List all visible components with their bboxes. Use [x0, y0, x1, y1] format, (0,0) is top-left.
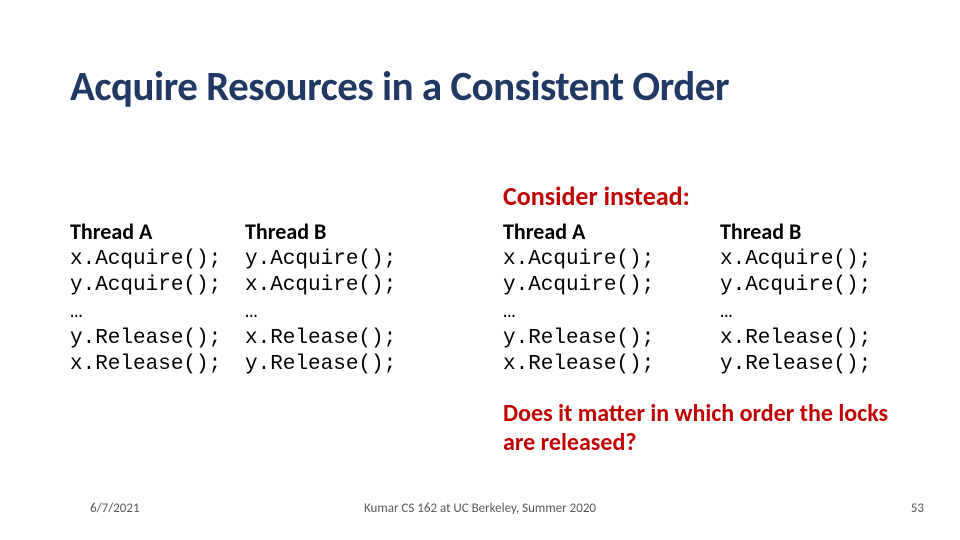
code-block: y.Acquire(); x.Acquire(); … x.Release();… [245, 247, 396, 378]
question-text: Does it matter in which order the locks … [503, 400, 923, 458]
footer-page-number: 53 [911, 501, 924, 516]
thread-label: Thread B [720, 218, 871, 245]
col-right-thread-b: Thread B x.Acquire(); y.Acquire(); … x.R… [720, 218, 871, 378]
col-left-thread-a: Thread A x.Acquire(); y.Acquire(); … y.R… [70, 218, 221, 378]
thread-label: Thread A [70, 218, 221, 245]
page-title: Acquire Resources in a Consistent Order [70, 62, 729, 112]
footer-center: Kumar CS 162 at UC Berkeley, Summer 2020 [0, 501, 960, 516]
subheading: Consider instead: [503, 180, 690, 212]
slide: Acquire Resources in a Consistent Order … [0, 0, 960, 540]
code-block: x.Acquire(); y.Acquire(); … y.Release();… [70, 247, 221, 378]
thread-label: Thread B [245, 218, 396, 245]
code-block: x.Acquire(); y.Acquire(); … y.Release();… [503, 247, 654, 378]
col-left-thread-b: Thread B y.Acquire(); x.Acquire(); … x.R… [245, 218, 396, 378]
thread-label: Thread A [503, 218, 654, 245]
col-right-thread-a: Thread A x.Acquire(); y.Acquire(); … y.R… [503, 218, 654, 378]
code-block: x.Acquire(); y.Acquire(); … x.Release();… [720, 247, 871, 378]
